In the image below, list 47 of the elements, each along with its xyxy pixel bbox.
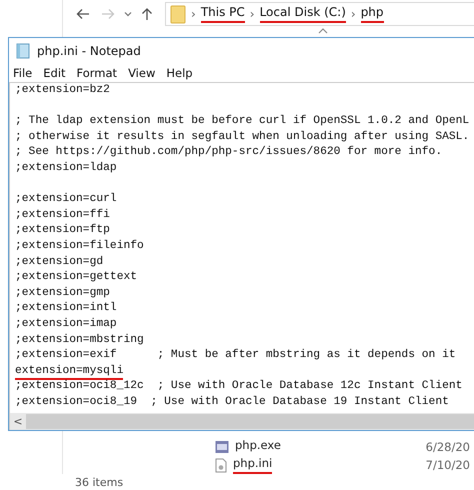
item-count: 36 items xyxy=(75,476,124,489)
code-line: ;extension=intl xyxy=(15,301,117,316)
code-line: ;extension=fileinfo xyxy=(15,238,144,254)
code-line: ;extension=oci8_12c ; Use with Oracle Database 12c Instant Client xyxy=(15,379,462,394)
folder-icon xyxy=(170,4,186,24)
code-line: ;extension=imap xyxy=(15,316,117,332)
code-line: ;extension=gd xyxy=(15,254,104,270)
menu-item[interactable]: Help xyxy=(166,66,193,80)
file-name[interactable]: php.ini xyxy=(233,456,272,474)
code-line: ;extension=ffi xyxy=(15,208,110,223)
code-line: ;extension=gmp xyxy=(15,286,110,301)
menu-item[interactable]: View xyxy=(128,66,156,80)
menu-item[interactable]: File xyxy=(13,66,32,80)
horizontal-scrollbar[interactable]: < xyxy=(9,413,474,430)
code-line: ;extension=curl xyxy=(15,192,117,208)
address-bar[interactable]: › This PC › Local Disk (C:) › php xyxy=(165,2,474,26)
separator-icon: › xyxy=(191,7,196,21)
back-icon[interactable] xyxy=(76,8,90,20)
settings-file-icon xyxy=(215,458,227,472)
dropdown-icon[interactable] xyxy=(124,11,132,17)
menu-item[interactable]: Format xyxy=(76,66,118,80)
code-line: ;extension=exif ; Must be after mbstring as it depends on it xyxy=(15,348,456,364)
code-line: ;extension=gettext xyxy=(15,270,138,286)
code-line: ; The ldap extension must be before curl if OpenSSL 1.0.2 and OpenL xyxy=(15,114,470,130)
menu-item[interactable]: Edit xyxy=(43,66,66,80)
code-line: ;extension=ldap xyxy=(15,160,117,176)
file-date: 6/28/20 xyxy=(426,440,471,454)
code-line: ;extension=bz2 xyxy=(15,83,110,98)
code-line: ; otherwise it results in segfault when unloading after using SASL. xyxy=(15,130,470,145)
notepad-icon xyxy=(15,42,31,58)
breadcrumb-item[interactable]: php xyxy=(360,5,384,23)
code-line: ;extension=oci8_19 ; Use with Oracle Database 19 Instant Client xyxy=(15,394,449,410)
scroll-left-button[interactable]: < xyxy=(10,415,26,428)
code-line: extension=mysqli xyxy=(15,364,124,380)
breadcrumb-item[interactable]: This PC xyxy=(200,5,245,23)
separator-icon: › xyxy=(250,7,255,21)
php-file-icon xyxy=(215,440,229,454)
separator-icon: › xyxy=(350,7,356,21)
file-date: 7/10/20 xyxy=(426,458,471,472)
breadcrumb-item[interactable]: Local Disk (C:) xyxy=(260,5,346,23)
window-title: php.ini - Notepad xyxy=(37,44,141,58)
sort-caret-icon[interactable] xyxy=(318,28,328,34)
file-name[interactable]: php.exe xyxy=(235,438,281,456)
code-line: ;extension=ftp xyxy=(15,223,110,238)
up-icon[interactable] xyxy=(141,7,153,21)
code-line: ; See https://github.com/php/php-src/issues/8620 for more info. xyxy=(15,145,442,160)
code-line: ;extension=mbstring xyxy=(15,332,144,348)
